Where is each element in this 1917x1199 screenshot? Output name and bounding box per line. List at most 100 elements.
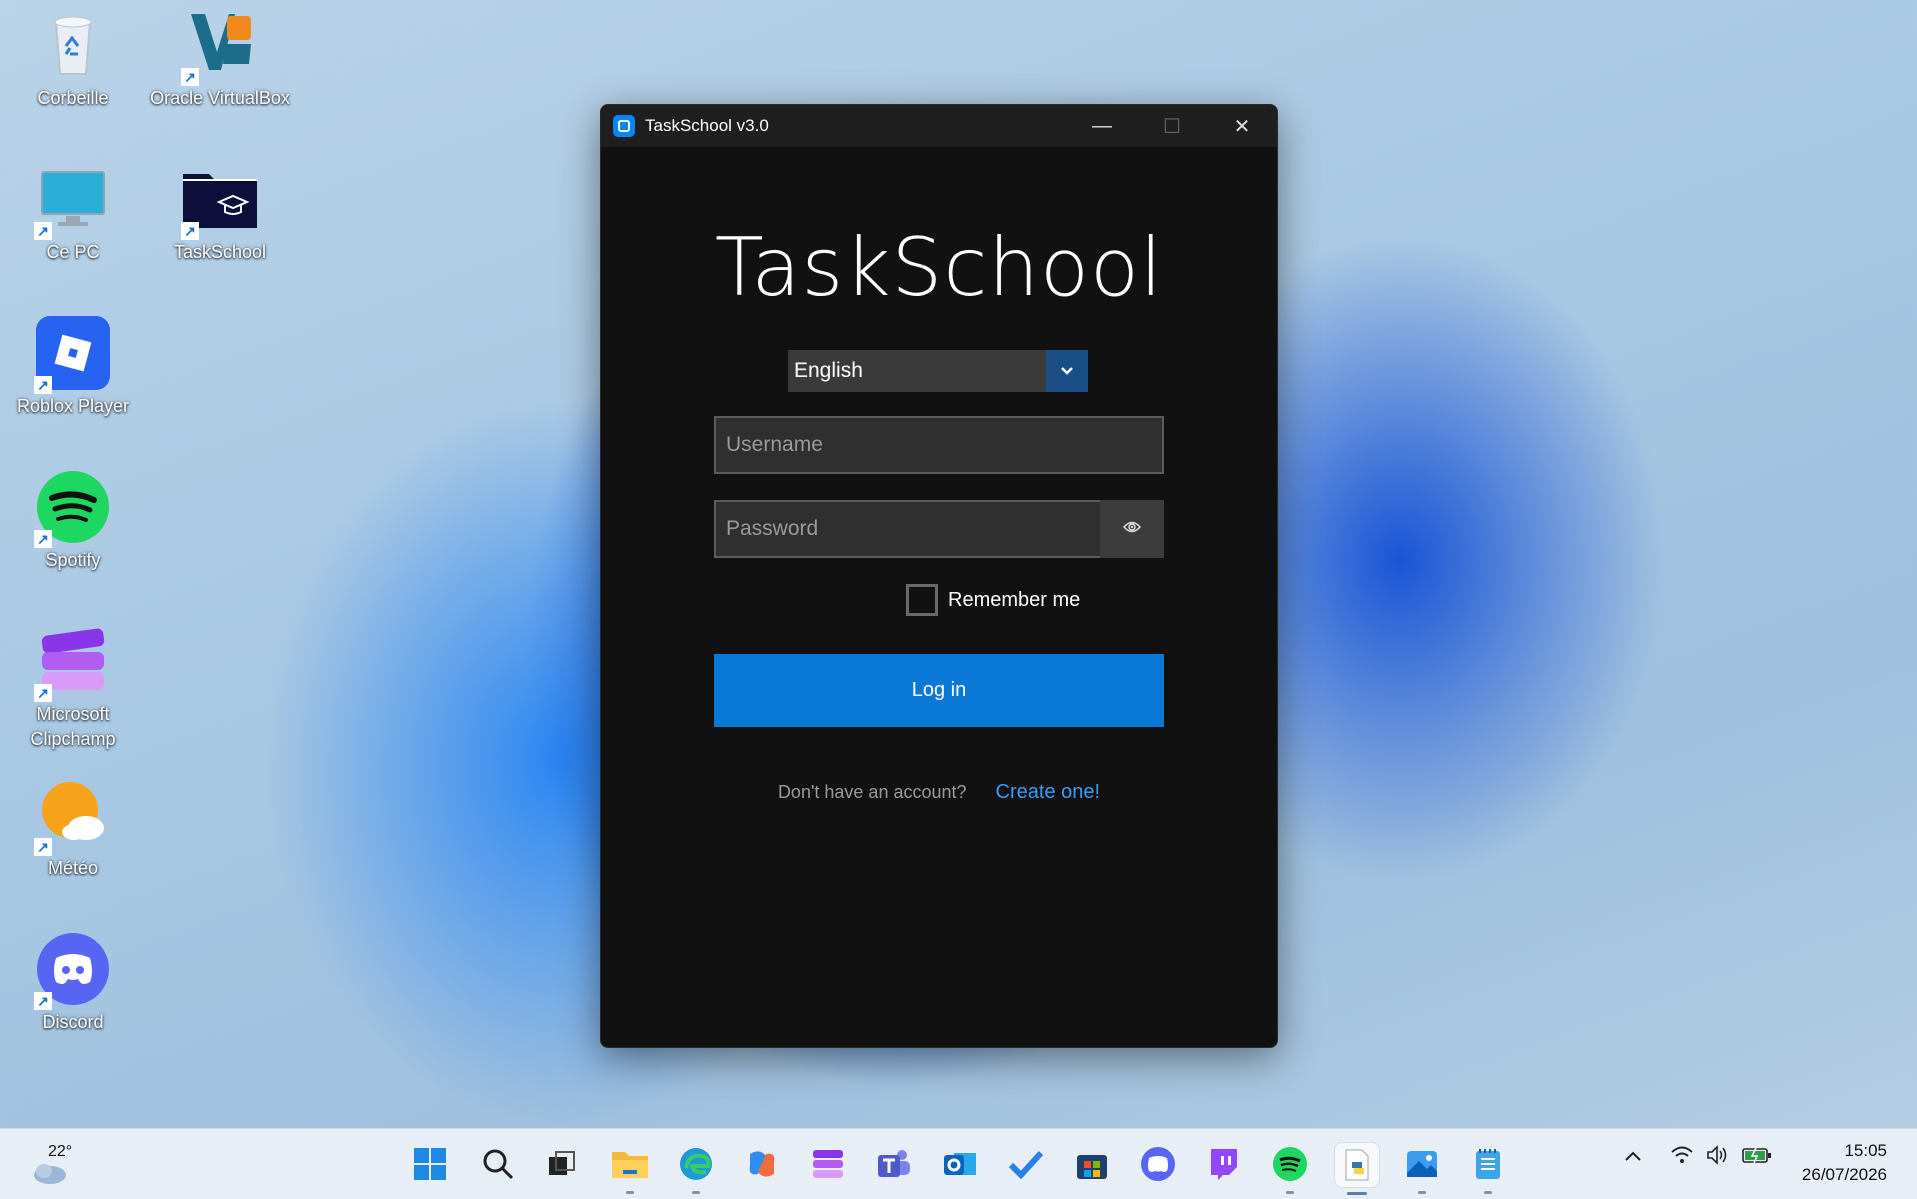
desktop-icon-weather[interactable]: ↗ Météo <box>3 770 143 881</box>
desktop-icon-label: TaskSchool <box>173 242 267 262</box>
desktop-icon-spotify[interactable]: ↗ Spotify <box>3 462 143 573</box>
remember-me-checkbox[interactable]: Remember me <box>906 584 1080 616</box>
desktop-icon-label: Ce PC <box>46 242 100 262</box>
taskbar-spotify[interactable] <box>1268 1142 1312 1194</box>
virtualbox-icon: ↗ <box>181 8 257 86</box>
taskbar-file-explorer[interactable] <box>608 1142 652 1194</box>
windows-logo-icon <box>414 1148 446 1180</box>
desktop-icon-label: Oracle VirtualBox <box>150 88 290 108</box>
twitch-icon <box>1211 1149 1237 1180</box>
username-input[interactable] <box>724 432 1162 458</box>
desktop-icon-taskschool[interactable]: ↗ TaskSchool <box>150 154 290 265</box>
shortcut-arrow-icon: ↗ <box>34 222 52 240</box>
desktop-icon-roblox[interactable]: ↗ Roblox Player <box>3 308 143 419</box>
password-input[interactable] <box>724 516 1100 542</box>
app-logo-icon <box>613 115 635 137</box>
sun-cloud-icon: ↗ <box>34 778 110 856</box>
brand-title: TaskSchool <box>714 221 1164 314</box>
outlook-icon <box>944 1153 976 1175</box>
language-value: English <box>794 359 863 382</box>
minimize-button[interactable]: — <box>1067 105 1137 147</box>
system-clock[interactable]: 15:05 26/07/2026 <box>1802 1139 1887 1187</box>
taskbar-outlook[interactable] <box>938 1142 982 1186</box>
photos-icon <box>1407 1151 1437 1177</box>
recycle-bin-icon <box>36 8 110 82</box>
spotify-icon: ↗ <box>34 470 110 548</box>
desktop-icon-virtualbox[interactable]: ↗ Oracle VirtualBox <box>150 0 290 111</box>
show-password-button[interactable] <box>1100 500 1164 558</box>
password-field[interactable] <box>714 500 1102 558</box>
taskbar-teams[interactable] <box>872 1142 916 1186</box>
desktop-icon-recycle-bin[interactable]: Corbeille <box>3 0 143 111</box>
python-file-icon <box>1345 1149 1369 1181</box>
search-button[interactable] <box>476 1142 520 1186</box>
monitor-icon: ↗ <box>34 162 110 240</box>
username-field[interactable] <box>714 416 1164 474</box>
weather-temperature: 22° <box>48 1143 73 1160</box>
search-icon <box>483 1149 514 1180</box>
signup-question: Don't have an account? <box>777 782 967 802</box>
taskbar-clipchamp[interactable] <box>806 1142 850 1186</box>
shortcut-arrow-icon: ↗ <box>34 992 52 1010</box>
spotify-icon <box>1273 1147 1307 1181</box>
desktop-icon-label: Microsoft Clipchamp <box>30 704 116 749</box>
taskbar-python-app[interactable] <box>1334 1142 1380 1195</box>
clipchamp-icon: ↗ <box>34 624 110 702</box>
roblox-icon: ↗ <box>34 316 110 394</box>
maximize-button: ☐ <box>1163 115 1181 138</box>
shortcut-arrow-icon: ↗ <box>181 222 199 240</box>
desktop-icon-this-pc[interactable]: ↗ Ce PC <box>3 154 143 265</box>
create-account-link[interactable]: Create one! <box>996 781 1101 803</box>
checkbox-box[interactable] <box>906 584 938 616</box>
login-button[interactable]: Log in <box>714 654 1164 727</box>
checkmark-icon <box>1008 1150 1044 1179</box>
desktop-icon-label: Roblox Player <box>16 396 130 416</box>
weather-widget[interactable]: 22° <box>30 1139 90 1189</box>
wifi-icon[interactable] <box>1670 1145 1694 1171</box>
remember-me-label: Remember me <box>948 588 1081 611</box>
desktop-icon-label: Corbeille <box>37 88 109 108</box>
volume-icon[interactable] <box>1706 1145 1730 1171</box>
taskbar-store[interactable] <box>1070 1142 1114 1186</box>
teams-icon <box>878 1150 910 1177</box>
edge-icon <box>680 1148 712 1180</box>
notepad-icon <box>1476 1149 1500 1179</box>
desktop-icon-label: Spotify <box>45 550 101 570</box>
close-button[interactable]: ✕ <box>1207 105 1277 147</box>
cloud-icon <box>34 1164 66 1184</box>
chevron-up-icon[interactable] <box>1624 1145 1642 1168</box>
clock-date: 26/07/2026 <box>1801 1165 1887 1184</box>
task-view-icon <box>549 1151 575 1175</box>
start-button[interactable] <box>408 1142 452 1186</box>
store-icon <box>1077 1155 1107 1179</box>
clock-time: 15:05 <box>1844 1141 1887 1160</box>
desktop-icon-clipchamp[interactable]: ↗ Microsoft Clipchamp <box>3 616 143 752</box>
signup-prompt: Don't have an account? Create one! <box>601 781 1277 804</box>
clipchamp-icon <box>813 1150 843 1178</box>
taskbar-edge[interactable] <box>674 1142 718 1194</box>
shortcut-arrow-icon: ↗ <box>34 530 52 548</box>
title-bar[interactable]: TaskSchool v3.0 — ☐ ✕ <box>601 105 1277 147</box>
task-view-button[interactable] <box>540 1142 584 1186</box>
taskbar-todo[interactable] <box>1004 1142 1048 1186</box>
folder-graduation-icon: ↗ <box>181 162 257 240</box>
shortcut-arrow-icon: ↗ <box>34 684 52 702</box>
desktop-icon-label: Météo <box>47 858 99 878</box>
eye-icon <box>1122 520 1142 539</box>
window-title: TaskSchool v3.0 <box>645 116 769 135</box>
copilot-icon <box>749 1151 775 1177</box>
battery-icon[interactable] <box>1742 1145 1772 1171</box>
taskschool-window: TaskSchool v3.0 — ☐ ✕ TaskSchool English… <box>600 104 1278 1048</box>
chevron-down-icon[interactable] <box>1046 350 1088 392</box>
desktop-icon-discord[interactable]: ↗ Discord <box>3 924 143 1035</box>
taskbar-twitch[interactable] <box>1202 1142 1246 1186</box>
taskbar-photos[interactable] <box>1400 1142 1444 1194</box>
taskbar-notepad[interactable] <box>1466 1142 1510 1194</box>
taskbar-discord[interactable] <box>1136 1142 1180 1186</box>
taskbar: 22° 15:05 26/07/2026 <box>0 1128 1917 1199</box>
folder-icon <box>612 1152 648 1178</box>
taskbar-copilot[interactable] <box>740 1142 784 1186</box>
language-select[interactable]: English <box>788 350 1088 392</box>
discord-icon <box>1141 1147 1175 1181</box>
desktop-icon-label: Discord <box>42 1012 104 1032</box>
